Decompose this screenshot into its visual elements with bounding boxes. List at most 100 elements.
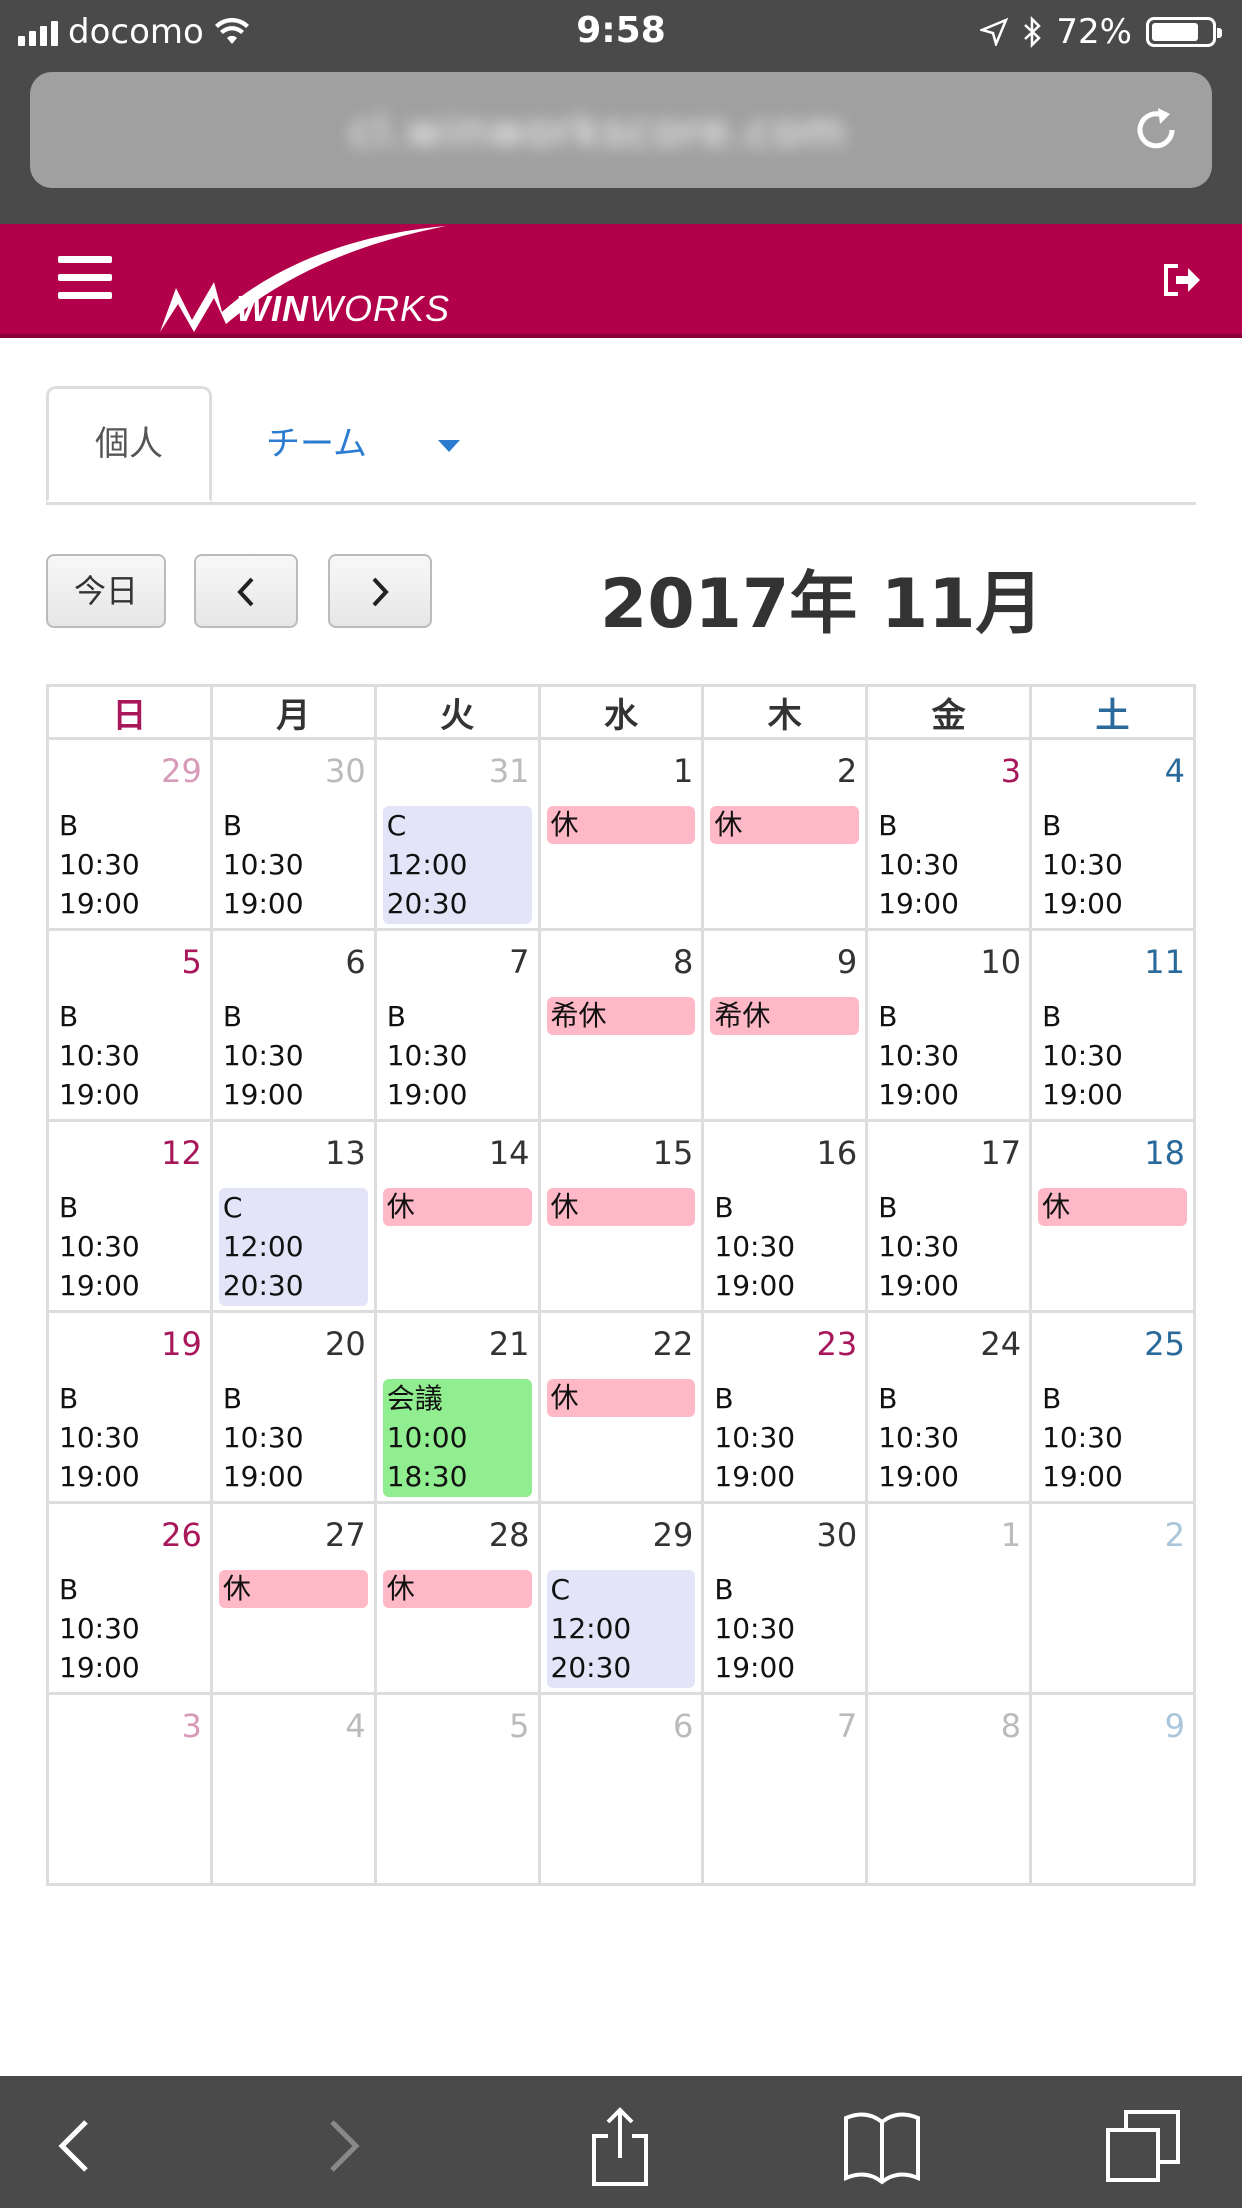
back-icon[interactable] [38, 2106, 118, 2186]
calendar-day-cell[interactable]: 6 B 10:30 19:00 [209, 928, 377, 1122]
calendar-day-cell[interactable]: 13 C 12:00 20:30 [209, 1119, 377, 1313]
calendar-day-cell[interactable]: 22 休 [537, 1310, 705, 1504]
bookmarks-icon[interactable] [842, 2106, 922, 2186]
calendar-day-cell[interactable]: 14 休 [373, 1119, 541, 1313]
reload-icon[interactable] [1128, 102, 1184, 158]
shift-event[interactable]: B 10:30 19:00 [1038, 997, 1187, 1114]
day-off-event[interactable]: 休 [546, 1379, 696, 1417]
calendar-day-cell[interactable]: 10 B 10:30 19:00 [865, 928, 1033, 1122]
tabs-icon[interactable] [1104, 2106, 1184, 2186]
shift-event[interactable]: B 10:30 19:00 [874, 1379, 1023, 1496]
event-line: 19:00 [59, 887, 140, 920]
shift-event[interactable]: B 10:30 19:00 [55, 1570, 204, 1687]
calendar-day-cell[interactable]: 29 B 10:30 19:00 [46, 737, 213, 931]
shift-event[interactable]: B 10:30 19:00 [1038, 806, 1187, 923]
day-off-event[interactable]: 希休 [546, 997, 696, 1035]
calendar-day-cell[interactable]: 3 [46, 1692, 213, 1886]
next-month-button[interactable] [328, 554, 432, 628]
shift-event[interactable]: B 10:30 19:00 [710, 1379, 859, 1496]
calendar-day-cell[interactable]: 3 B 10:30 19:00 [865, 737, 1033, 931]
calendar-day-cell[interactable]: 12 B 10:30 19:00 [46, 1119, 213, 1313]
calendar-day-cell[interactable]: 19 B 10:30 19:00 [46, 1310, 213, 1504]
calendar-day-cell[interactable]: 28 休 [373, 1501, 541, 1695]
shift-event[interactable]: B 10:30 19:00 [874, 806, 1023, 923]
event-line: B [386, 1000, 406, 1033]
calendar-day-cell[interactable]: 11 B 10:30 19:00 [1029, 928, 1196, 1122]
calendar-day-cell[interactable]: 30 B 10:30 19:00 [209, 737, 377, 931]
shift-event[interactable]: B 10:30 19:00 [874, 1188, 1023, 1305]
prev-month-button[interactable] [194, 554, 298, 628]
calendar-day-cell[interactable]: 5 [373, 1692, 541, 1886]
calendar-day-cell[interactable]: 6 [537, 1692, 705, 1886]
calendar-day-cell[interactable]: 7 B 10:30 19:00 [373, 928, 541, 1122]
day-number: 7 [836, 1707, 858, 1745]
shift-event[interactable]: B 10:30 19:00 [219, 1379, 368, 1496]
calendar-day-cell[interactable]: 31 C 12:00 20:30 [373, 737, 541, 931]
calendar-day-cell[interactable]: 7 [701, 1692, 869, 1886]
shift-event[interactable]: B 10:30 19:00 [55, 1188, 204, 1305]
tab-team[interactable]: チーム [266, 386, 367, 502]
calendar-day-cell[interactable]: 9 希休 [701, 928, 869, 1122]
calendar-day-cell[interactable]: 25 B 10:30 19:00 [1029, 1310, 1196, 1504]
day-off-event[interactable]: 休 [710, 806, 860, 844]
event-line: 10:00 [386, 1421, 468, 1454]
calendar-day-cell[interactable]: 16 B 10:30 19:00 [701, 1119, 869, 1313]
calendar-day-cell[interactable]: 4 B 10:30 19:00 [1029, 737, 1196, 931]
logo-text: WINWORKS [236, 288, 450, 329]
shift-event[interactable]: B 10:30 19:00 [874, 997, 1023, 1114]
shift-event[interactable]: B 10:30 19:00 [219, 997, 368, 1114]
calendar-day-cell[interactable]: 1 [865, 1501, 1033, 1695]
calendar-day-cell[interactable]: 8 [865, 1692, 1033, 1886]
calendar-day-cell[interactable]: 20 B 10:30 19:00 [209, 1310, 377, 1504]
shift-event[interactable]: 会議 10:00 18:30 [382, 1379, 532, 1497]
calendar-day-cell[interactable]: 17 B 10:30 19:00 [865, 1119, 1033, 1313]
chevron-down-icon[interactable] [438, 440, 460, 452]
calendar-day-cell[interactable]: 23 B 10:30 19:00 [701, 1310, 869, 1504]
shift-event[interactable]: B 10:30 19:00 [1038, 1379, 1187, 1496]
shift-event[interactable]: C 12:00 20:30 [382, 806, 532, 924]
calendar-day-cell[interactable]: 2 [1029, 1501, 1196, 1695]
calendar-day-cell[interactable]: 24 B 10:30 19:00 [865, 1310, 1033, 1504]
day-off-event[interactable]: 休 [1038, 1188, 1187, 1226]
calendar-day-cell[interactable]: 9 [1029, 1692, 1196, 1886]
shift-event[interactable]: B 10:30 19:00 [219, 806, 368, 923]
calendar-day-cell[interactable]: 2休 [701, 737, 869, 931]
shift-event[interactable]: B 10:30 19:00 [55, 806, 204, 923]
shift-event[interactable]: B 10:30 19:00 [710, 1188, 859, 1305]
share-icon[interactable] [580, 2106, 660, 2186]
shift-event[interactable]: C 12:00 20:30 [218, 1188, 368, 1306]
calendar-day-cell[interactable]: 26 B 10:30 19:00 [46, 1501, 213, 1695]
day-off-event[interactable]: 休 [546, 806, 696, 844]
today-button[interactable]: 今日 [46, 554, 166, 628]
shift-event[interactable]: B 10:30 19:00 [55, 997, 204, 1114]
day-number: 4 [1164, 752, 1185, 790]
day-off-event[interactable]: 休 [382, 1188, 532, 1226]
calendar-day-cell[interactable]: 1休 [537, 737, 705, 931]
calendar-day-cell[interactable]: 5 B 10:30 19:00 [46, 928, 213, 1122]
day-off-event[interactable]: 休 [382, 1570, 532, 1608]
calendar-day-cell[interactable]: 27 休 [209, 1501, 377, 1695]
logout-icon[interactable] [1162, 262, 1202, 298]
address-bar[interactable]: cl.winworkscore.com [30, 72, 1212, 188]
event-line: C [550, 1573, 571, 1606]
calendar-week-row: 26 B 10:30 19:00 27 休 28 休 29 C 12:00 20:30 30 B 10:30… [46, 1501, 1196, 1695]
menu-icon[interactable] [58, 256, 112, 300]
day-off-event[interactable]: 休 [546, 1188, 696, 1226]
calendar-day-cell[interactable]: 4 [209, 1692, 377, 1886]
calendar-day-cell[interactable]: 15 休 [537, 1119, 705, 1313]
chevron-right-icon [372, 577, 389, 607]
shift-event[interactable]: C 12:00 20:30 [546, 1570, 696, 1688]
day-off-event[interactable]: 休 [218, 1570, 368, 1608]
shift-event[interactable]: B 10:30 19:00 [55, 1379, 204, 1496]
calendar-day-cell[interactable]: 18 休 [1029, 1119, 1196, 1313]
forward-icon[interactable] [300, 2106, 380, 2186]
calendar-day-cell[interactable]: 21 会議 10:00 18:30 [373, 1310, 541, 1504]
day-off-event[interactable]: 希休 [710, 997, 860, 1035]
day-number: 4 [345, 1707, 366, 1745]
tab-personal[interactable]: 個人 [46, 386, 212, 502]
shift-event[interactable]: B 10:30 19:00 [383, 997, 532, 1114]
calendar-day-cell[interactable]: 30 B 10:30 19:00 [701, 1501, 869, 1695]
calendar-day-cell[interactable]: 29 C 12:00 20:30 [537, 1501, 705, 1695]
calendar-day-cell[interactable]: 8 希休 [537, 928, 705, 1122]
shift-event[interactable]: B 10:30 19:00 [710, 1570, 859, 1687]
